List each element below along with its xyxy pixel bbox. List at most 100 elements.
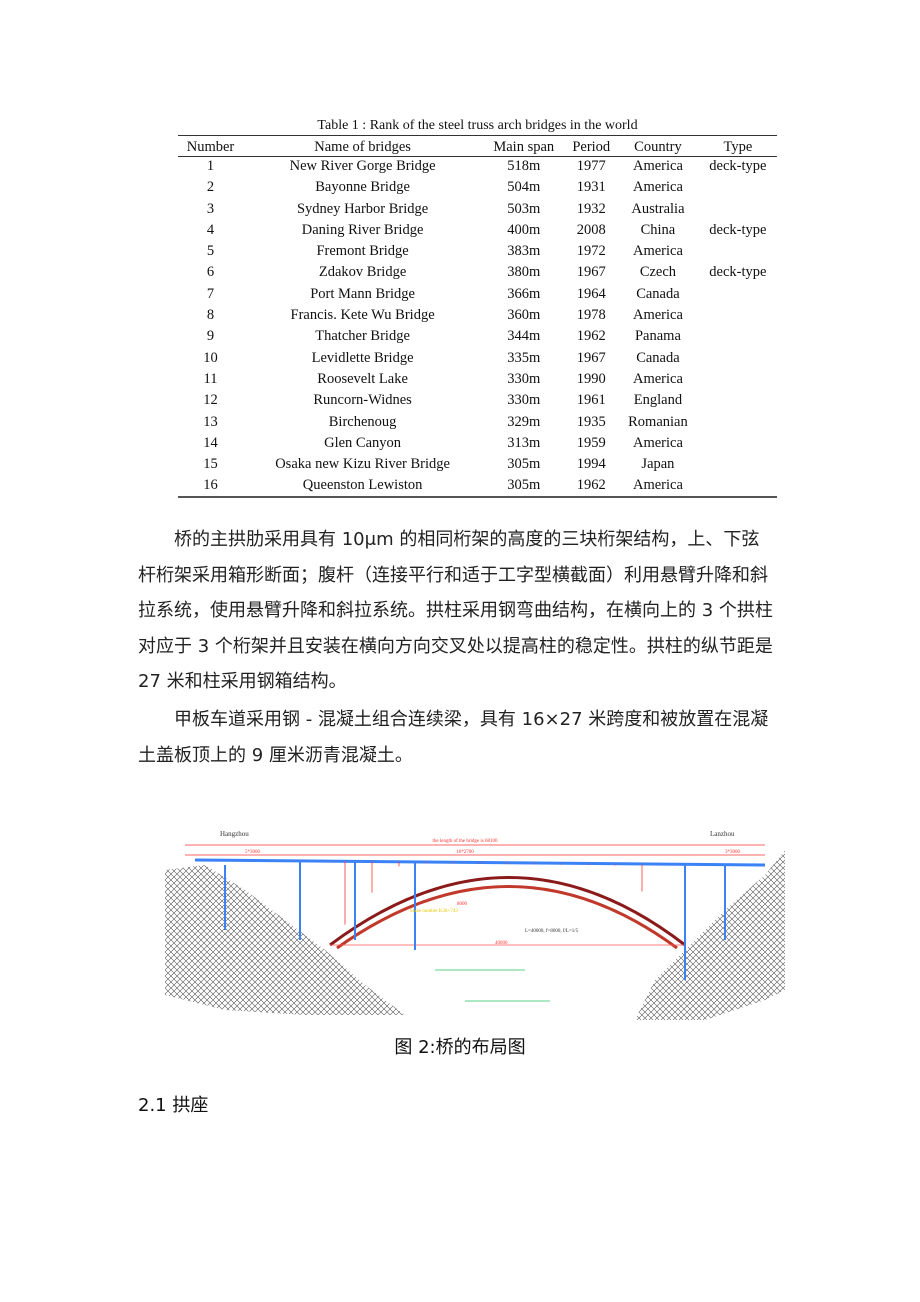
table-row: 16 Queenston Lewiston 305m 1962 America: [178, 475, 777, 496]
table-cell: 366m: [507, 285, 541, 302]
column-header: Type: [723, 138, 753, 155]
table-cell: 1: [206, 158, 215, 174]
column-header: Country: [634, 138, 682, 155]
table-cell: Port Mann Bridge: [310, 285, 415, 302]
table-cell: [699, 305, 777, 326]
table-cell: [699, 348, 777, 369]
table-cell: 3: [206, 200, 215, 217]
table-cell: [699, 199, 777, 220]
table-cell: 13: [203, 413, 218, 430]
table-cell: [699, 241, 777, 262]
table-cell: Romanian: [628, 413, 688, 430]
table-cell: 12: [203, 392, 218, 409]
table-cell: America: [632, 179, 683, 196]
paragraph-line: 对应于 3 个桁架并且安装在横向方向交叉处以提高柱的稳定性。拱柱的纵节距是: [138, 635, 773, 657]
table-cell: 1972: [576, 243, 606, 260]
figure-left-label: Hangzhou: [220, 830, 249, 838]
table-row: 7 Port Mann Bridge 366m 1964 Canada: [178, 284, 777, 305]
table-cell: Canada: [636, 349, 680, 366]
table-cell: 5: [206, 243, 215, 260]
table-cell: 503m: [507, 200, 541, 217]
paragraph-deck: 甲板车道采用钢 - 混凝土组合连续梁，具有 16×27 米跨度和被放置在混凝 土盖…: [138, 702, 788, 773]
table-row: 10 Levidlette Bridge 335m 1967 Canada: [178, 348, 777, 369]
table-cell: Osaka new Kizu River Bridge: [275, 456, 450, 473]
table-cell: 1931: [576, 179, 606, 196]
left-bank-rock: [165, 865, 405, 1015]
table-row: 9 Thatcher Bridge 344m 1962 Panama: [178, 326, 777, 347]
paragraph-line: 土盖板顶上的 9 厘米沥青混凝土。: [138, 744, 413, 766]
table-row: 4 Daning River Bridge 400m 2008 China deck-ty…: [178, 220, 777, 241]
table-cell: China: [640, 221, 676, 238]
table-cell: 6: [206, 264, 215, 281]
table-cell: 2008: [576, 221, 606, 238]
table-row: 6 Zdakov Bridge 380m 1967 Czech deck-type: [178, 262, 777, 283]
table-cell: 335m: [507, 349, 541, 366]
column-header: Period: [572, 138, 611, 155]
table-cell: Sydney Harbor Bridge: [296, 200, 429, 217]
table-cell: [699, 177, 777, 198]
table-cell: 1962: [576, 328, 606, 345]
table-cell: 1994: [576, 456, 606, 473]
figure-length-label: the length of the bridge is 68100: [433, 839, 498, 844]
table-cell: 305m: [507, 456, 541, 473]
table-cell: 1967: [576, 349, 606, 366]
table-row: 8 Francis. Kete Wu Bridge 360m 1978 America: [178, 305, 777, 326]
table-row: 15 Osaka new Kizu River Bridge 305m 1994 Jap…: [178, 454, 777, 475]
table-cell: New River Gorge Bridge: [289, 158, 436, 174]
table-cell: Bayonne Bridge: [315, 179, 410, 196]
paragraph-line: 桥的主拱肋采用具有 10μm 的相同桁架的高度的三块桁架结构，上、下弦: [138, 529, 760, 550]
table-cell: [699, 390, 777, 411]
table-cell: Australia: [631, 200, 685, 217]
arch-rib-inner: [336, 885, 678, 950]
table-cell: 1967: [576, 264, 606, 281]
table-cell: 1961: [576, 392, 606, 409]
table-cell: America: [632, 370, 683, 387]
table-cell: [699, 284, 777, 305]
column-header: Number: [186, 138, 235, 155]
paragraph-arch-rib: 桥的主拱肋采用具有 10μm 的相同桁架的高度的三块桁架结构，上、下弦 杆桁架采用…: [138, 522, 788, 700]
table-cell: 16: [203, 477, 218, 494]
table-cell: 400m: [507, 221, 541, 238]
table-cell: Birchenoug: [328, 413, 397, 430]
table-cell: 7: [206, 285, 215, 302]
table-cell: [699, 369, 777, 390]
table-cell: Levidlette Bridge: [311, 349, 414, 366]
figure-right-span: 3*3000: [725, 850, 741, 855]
table-cell: 1978: [576, 307, 606, 324]
column-header: Name of bridges: [314, 138, 411, 155]
table-cell: America: [632, 158, 683, 174]
paragraph-line: 27 米和柱采用钢箱结构。: [138, 671, 347, 692]
table-cell: Japan: [641, 456, 675, 473]
table-cell: Francis. Kete Wu Bridge: [290, 307, 435, 324]
table-cell: 518m: [507, 158, 541, 174]
table-cell: 1964: [576, 285, 606, 302]
paragraph-line: 拉系统，使用悬臂升降和斜拉系统。拱柱采用钢弯曲结构，在横向上的 3 个拱柱: [138, 600, 773, 621]
bridge-rank-table: Number Name of bridges Main span Period Coun…: [178, 137, 777, 497]
table-cell: Queenston Lewiston: [302, 477, 423, 494]
table-cell: America: [632, 477, 683, 494]
table-row: 14 Glen Canyon 313m 1959 America: [178, 433, 777, 454]
paragraph-line: 杆桁架采用箱形断面；腹杆（连接平行和适于工字型横截面）利用悬臂升降和斜: [138, 564, 768, 586]
figure-left-span: 5*3000: [245, 850, 261, 855]
table-cell: 360m: [507, 307, 541, 324]
bridge-deck: [194, 858, 766, 867]
table-row: 3 Sydney Harbor Bridge 503m 1932 Australia: [178, 199, 777, 220]
column-header: Main span: [493, 138, 555, 155]
figure-span-label: 16*2700: [456, 850, 474, 855]
figure-right-label: Lanzhou: [710, 830, 735, 838]
figure-formula: L=40000, f=8000, f/L=1/5: [525, 929, 579, 934]
table-cell: 1932: [576, 200, 606, 217]
figure-rise: 8000: [457, 902, 468, 907]
table-header-row: Number Name of bridges Main span Period Coun…: [178, 137, 777, 156]
table-cell: 1962: [576, 477, 606, 494]
table-cell: England: [633, 392, 683, 409]
table-cell: Czech: [639, 264, 677, 281]
table-row: 2 Bayonne Bridge 504m 1931 America: [178, 177, 777, 198]
table-cell: Runcorn-Widnes: [313, 392, 412, 409]
table-cell: America: [632, 434, 683, 451]
table-cell: 504m: [507, 179, 541, 196]
paragraph-line: 甲板车道采用钢 - 混凝土组合连续梁，具有 16×27 米跨度和被放置在混凝: [138, 709, 769, 730]
figure-stake: Stake number K38+743: [410, 909, 458, 914]
table-cell: 1990: [576, 370, 606, 387]
table-cell: [699, 326, 777, 347]
